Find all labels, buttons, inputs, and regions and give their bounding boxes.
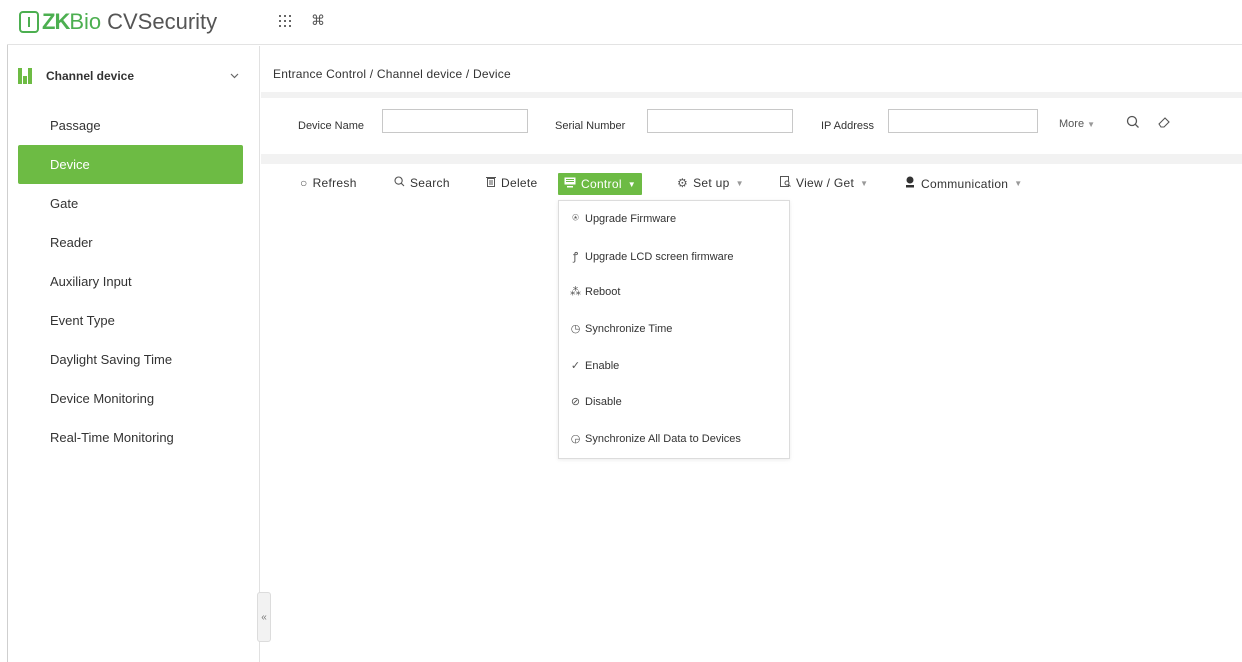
- logo-mark-icon: [19, 11, 39, 33]
- refresh-icon: ○: [300, 176, 308, 190]
- disable-icon: ⊘: [570, 396, 581, 408]
- logo-product: CVSecurity: [107, 9, 218, 34]
- sidebar-item-real-time-monitoring[interactable]: Real-Time Monitoring: [18, 418, 243, 457]
- control-dropdown-menu: ⍟ Upgrade Firmware ꝭ Upgrade LCD screen fi…: [558, 200, 790, 459]
- device-name-input[interactable]: [382, 109, 528, 133]
- logo-bio: Bio: [69, 9, 102, 34]
- sidebar-item-reader[interactable]: Reader: [18, 223, 243, 262]
- sidebar-item-daylight-saving-time[interactable]: Daylight Saving Time: [18, 340, 243, 379]
- menu-item-label: Synchronize All Data to Devices: [585, 432, 741, 445]
- sidebar: Channel device Passage Device Gate Reade…: [8, 46, 260, 662]
- caret-down-icon: ▼: [860, 178, 869, 188]
- chevron-down-icon[interactable]: [230, 70, 239, 82]
- delete-label: Delete: [501, 176, 538, 190]
- reboot-icon: ⁂: [570, 286, 581, 298]
- breadcrumb: Entrance Control / Channel device / Devi…: [261, 46, 1242, 92]
- communication-icon: [904, 176, 916, 191]
- more-label: More: [1059, 118, 1085, 130]
- communication-label: Communication: [921, 176, 1009, 191]
- filter-bar: Device Name Serial Number IP Address Mor…: [261, 98, 1242, 154]
- device-name-label: Device Name: [298, 120, 365, 132]
- sidebar-item-device[interactable]: Device: [18, 145, 243, 184]
- sidebar-item-auxiliary-input[interactable]: Auxiliary Input: [18, 262, 243, 301]
- search-label: Search: [410, 176, 450, 190]
- logo-zk: ZK: [42, 9, 70, 34]
- clock-sync-icon: ◷: [570, 323, 581, 335]
- menu-item-label: Synchronize Time: [585, 322, 673, 335]
- setup-label: Set up: [693, 176, 730, 190]
- search-icon: [394, 176, 405, 190]
- gear-icon: ⚙: [677, 176, 689, 190]
- search-icon[interactable]: [1123, 112, 1143, 132]
- menu-item-synchronize-time[interactable]: ◷ Synchronize Time: [569, 322, 673, 336]
- command-icon[interactable]: ⌘: [311, 12, 325, 29]
- serial-number-input[interactable]: [647, 109, 793, 133]
- upgrade-icon: ⍟: [572, 212, 579, 224]
- ip-address-input[interactable]: [888, 109, 1038, 133]
- menu-item-label: Upgrade Firmware: [585, 212, 677, 225]
- app-logo[interactable]: ZK Bio CVSecurity: [19, 8, 217, 36]
- search-button[interactable]: Search: [394, 176, 450, 190]
- caret-down-icon: ▼: [1014, 179, 1023, 188]
- menu-item-label: Enable: [585, 359, 620, 372]
- sidebar-item-gate[interactable]: Gate: [18, 184, 243, 223]
- ip-address-label: IP Address: [821, 120, 874, 132]
- menu-item-disable[interactable]: ⊘ Disable: [569, 395, 622, 409]
- trash-icon: [486, 176, 496, 190]
- check-icon: ✓: [570, 360, 581, 372]
- refresh-label: Refresh: [312, 176, 357, 190]
- menu-item-label: Reboot: [585, 285, 621, 298]
- control-button[interactable]: Control ▼: [558, 173, 643, 195]
- more-filters-button[interactable]: More ▼: [1059, 118, 1095, 130]
- sidebar-item-passage[interactable]: Passage: [18, 106, 243, 145]
- serial-number-label: Serial Number: [555, 120, 626, 132]
- top-bar: ZK Bio CVSecurity ⌘: [7, 0, 1242, 45]
- caret-down-icon: ▼: [627, 179, 637, 189]
- sidebar-item-event-type[interactable]: Event Type: [18, 301, 243, 340]
- module-selector[interactable]: Channel device: [8, 46, 259, 106]
- menu-item-upgrade-lcd-firmware[interactable]: ꝭ Upgrade LCD screen firmware: [569, 249, 734, 264]
- module-title: Channel device: [46, 69, 135, 83]
- view-document-icon: [780, 176, 791, 190]
- caret-down-icon: ▼: [735, 178, 744, 188]
- menu-item-reboot[interactable]: ⁂ Reboot: [569, 285, 621, 299]
- apps-grid-icon[interactable]: [279, 14, 291, 30]
- channel-device-icon: [18, 68, 32, 84]
- caret-down-icon: ▼: [1087, 120, 1096, 129]
- control-label: Control: [581, 177, 622, 191]
- eraser-clear-icon[interactable]: [1154, 112, 1174, 132]
- control-icon: [564, 177, 576, 191]
- delete-button[interactable]: Delete: [486, 176, 538, 190]
- divider: [261, 154, 1242, 164]
- refresh-button[interactable]: ○ Refresh: [300, 176, 357, 190]
- menu-item-label: Upgrade LCD screen firmware: [585, 250, 734, 263]
- setup-button[interactable]: ⚙ Set up ▼: [677, 176, 744, 190]
- view-get-label: View / Get: [796, 176, 855, 190]
- menu-item-upgrade-firmware[interactable]: ⍟ Upgrade Firmware: [569, 212, 676, 225]
- menu-item-enable[interactable]: ✓ Enable: [569, 359, 620, 373]
- view-get-button[interactable]: View / Get ▼: [780, 176, 868, 190]
- lcd-upgrade-icon: ꝭ: [572, 251, 579, 263]
- toolbar: ○ Refresh Search Delete Control ▼ ⚙ Set up ▼…: [261, 164, 1242, 204]
- sidebar-item-device-monitoring[interactable]: Device Monitoring: [18, 379, 243, 418]
- communication-button[interactable]: Communication ▼: [904, 176, 1023, 191]
- menu-item-label: Disable: [585, 395, 622, 408]
- sidebar-collapse-button[interactable]: «: [257, 592, 271, 642]
- menu-item-synchronize-all-data[interactable]: ◶ Synchronize All Data to Devices: [569, 432, 741, 446]
- sync-data-icon: ◶: [570, 433, 581, 445]
